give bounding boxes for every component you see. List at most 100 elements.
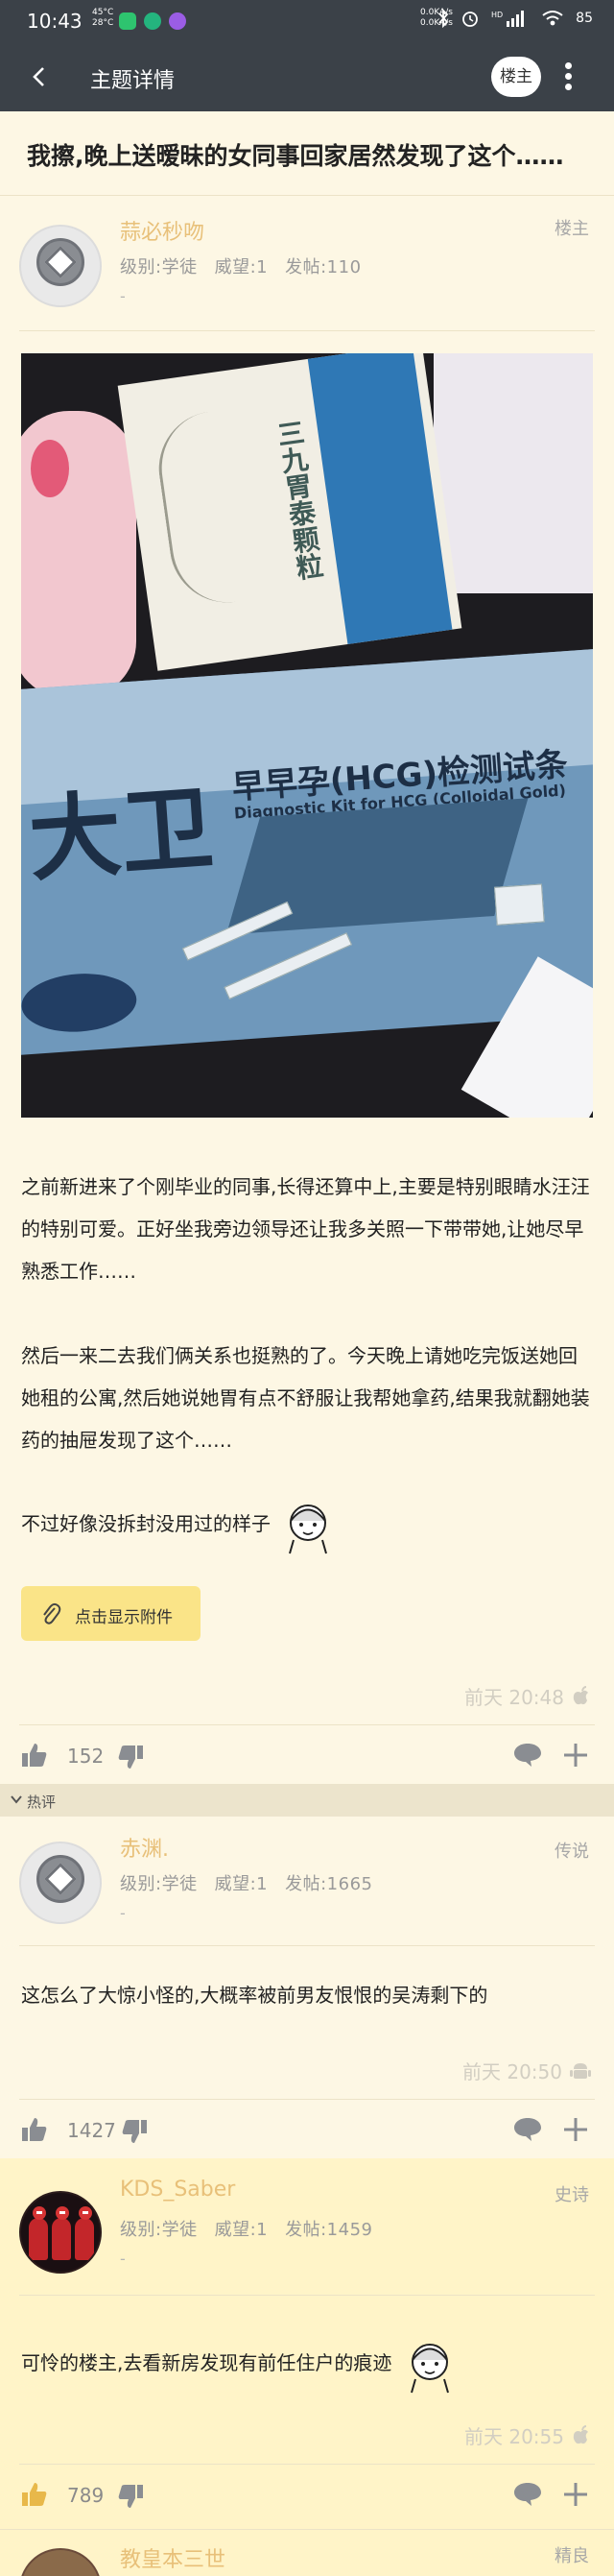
white-bag	[434, 353, 593, 593]
bluetooth-icon	[438, 9, 449, 28]
post-paragraph: 不过好像没拆封没用过的样子	[21, 1492, 595, 1557]
like-count: 152	[67, 1745, 105, 1768]
user-level: 级别:学徒	[120, 2220, 198, 2240]
reply-header: KDS_Saber 级别:学徒 威望:1 发帖:1459 - 史诗	[0, 2164, 614, 2295]
only-owner-button[interactable]: 楼主	[491, 57, 541, 97]
thread-title-bar: 我擦,晚上送暧昧的女同事回家居然发现了这个……	[0, 111, 614, 196]
status-bar: 10:43 45°C 28°C 0.0KA/s 0.0KA/s HD 85	[0, 0, 614, 42]
page-title: 主题详情	[90, 69, 176, 93]
user-meta: 级别:学徒 威望:1 发帖:1459	[120, 2216, 390, 2241]
divider	[19, 1724, 595, 1725]
avatar[interactable]	[19, 2548, 102, 2576]
reply-time: 前天 20:55	[464, 2421, 591, 2449]
alarm-icon	[462, 12, 479, 27]
post-image[interactable]: 三九胃泰颗粒 大卫 早早孕(HCG)检测试条 Diagnostic Kit fo…	[21, 353, 593, 1118]
more-menu-icon[interactable]	[558, 60, 578, 94]
floor-label: 史诗	[555, 2185, 589, 2205]
medicine-box: 三九胃泰颗粒	[117, 353, 462, 671]
post-paragraph: 然后一来二去我们俩关系也挺熟的了。今天晚上请她吃完饭送她回她租的公寓,然后她说她…	[21, 1344, 590, 1452]
thumbs-down-icon[interactable]	[121, 2118, 148, 2145]
test-kit-box: 大卫 早早孕(HCG)检测试条 Diagnostic Kit for HCG (…	[21, 649, 593, 1056]
anime-girl-emoji-icon	[410, 2343, 449, 2393]
thumbs-up-icon[interactable]	[21, 1742, 48, 1769]
back-arrow-icon[interactable]	[27, 63, 54, 90]
attachment-label: 点击显示附件	[75, 1608, 173, 1627]
user-signature: -	[120, 2250, 126, 2268]
user-signature: -	[120, 1904, 126, 1922]
wechat-icon	[119, 12, 136, 30]
avatar[interactable]	[19, 2191, 102, 2274]
username[interactable]: 教皇本三世	[120, 2542, 225, 2573]
op-header: 蒜必秒吻 级别:学徒 威望:1 发帖:110 - 楼主	[0, 196, 614, 330]
user-meta: 级别:学徒 威望:1 发帖:1665	[120, 1870, 390, 1895]
username[interactable]: KDS_Saber	[120, 2178, 235, 2202]
user-meta: 级别:学徒 威望:1 发帖:110	[120, 253, 379, 278]
divider	[19, 330, 595, 331]
reply-action-row: 789	[0, 2466, 614, 2527]
user-signature: -	[120, 287, 126, 305]
divider	[0, 2529, 614, 2530]
notification-icons	[119, 12, 186, 30]
thumbs-up-icon[interactable]	[21, 2116, 48, 2143]
apple-icon	[573, 1685, 588, 1704]
user-level: 级别:学徒	[120, 1874, 198, 1894]
divider	[19, 1945, 595, 1946]
post-time: 前天 20:48	[464, 1682, 591, 1710]
username[interactable]: 赤渊.	[120, 1832, 169, 1863]
comment-icon[interactable]	[512, 2481, 543, 2508]
plus-icon[interactable]	[562, 2481, 589, 2508]
divider	[19, 2295, 595, 2296]
thumbs-up-icon[interactable]	[21, 2481, 48, 2508]
svg-text:HD: HD	[491, 11, 503, 19]
floor-label: 楼主	[555, 219, 589, 239]
reply-header: 教皇本三世 精良	[0, 2531, 614, 2576]
op-action-row: 152	[0, 1726, 614, 1788]
status-temperature: 45°C 28°C	[92, 8, 114, 28]
floor-label: 精良	[555, 2546, 589, 2566]
reply-time: 前天 20:50	[462, 2057, 591, 2084]
reply-header: 赤渊. 级别:学徒 威望:1 发帖:1665 - 传说	[0, 1817, 614, 1945]
top-bar: 主题详情 楼主	[0, 42, 614, 111]
chevron-down-icon	[11, 1795, 22, 1804]
plus-icon[interactable]	[562, 2116, 589, 2143]
plush-toy	[21, 411, 136, 699]
app-icon	[169, 12, 186, 30]
post-paragraph: 之前新进来了个刚毕业的同事,长得还算中上,主要是特别眼睛水汪汪的特别可爱。正好坐…	[21, 1175, 590, 1283]
thread-title: 我擦,晚上送暧昧的女同事回家居然发现了这个……	[27, 142, 564, 170]
thumbs-down-icon[interactable]	[117, 2483, 144, 2510]
plus-icon[interactable]	[562, 1742, 589, 1769]
user-posts: 发帖:1665	[285, 1874, 373, 1894]
like-count: 1427	[67, 2119, 116, 2142]
floor-label: 传说	[555, 1842, 589, 1862]
anime-girl-emoji-icon	[289, 1504, 328, 1553]
avatar[interactable]	[19, 1842, 102, 1924]
apple-icon	[573, 2424, 588, 2444]
hot-comments-header[interactable]: 热评	[0, 1784, 614, 1817]
battery-level: 85	[576, 11, 593, 26]
reply-text: 这怎么了大惊小怪的,大概率被前男友恨恨的吴涛剩下的	[21, 1984, 488, 2007]
user-level: 级别:学徒	[120, 257, 198, 277]
android-icon	[570, 2062, 591, 2079]
user-posts: 发帖:1459	[285, 2220, 373, 2240]
system-icons: HD 85	[437, 9, 593, 28]
chat-icon	[144, 12, 161, 30]
avatar[interactable]	[19, 225, 102, 307]
wifi-icon	[542, 11, 563, 26]
comment-icon[interactable]	[512, 2116, 543, 2143]
status-time: 10:43	[27, 10, 83, 33]
comment-icon[interactable]	[512, 1742, 543, 1769]
user-prestige: 威望:1	[214, 2220, 269, 2240]
like-count: 789	[67, 2484, 105, 2507]
user-prestige: 威望:1	[214, 257, 269, 277]
reply-text: 可怜的楼主,去看新房发现有前任住户的痕迹	[21, 2331, 595, 2396]
thumbs-down-icon[interactable]	[117, 1744, 144, 1770]
signal-icon: HD	[491, 11, 525, 27]
username[interactable]: 蒜必秒吻	[120, 215, 204, 246]
reply-action-row: 1427	[0, 2101, 614, 2162]
paperclip-icon	[43, 1602, 61, 1625]
divider	[19, 2099, 595, 2100]
show-attachment-button[interactable]: 点击显示附件	[21, 1586, 201, 1641]
hot-comments-label: 热评	[27, 1794, 57, 1811]
user-posts: 发帖:110	[285, 257, 362, 277]
user-prestige: 威望:1	[214, 1874, 269, 1894]
